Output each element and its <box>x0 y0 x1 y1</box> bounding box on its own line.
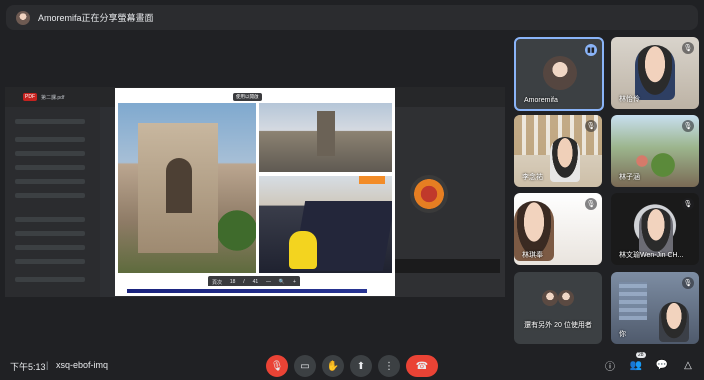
clock: 下午5:13 <box>10 362 46 372</box>
participant-name: Amoremifa <box>524 97 558 104</box>
sidebar-row <box>15 137 85 142</box>
participant-tile[interactable]: 🎙 林怡伶 <box>611 37 699 109</box>
sidebar-row <box>15 277 85 282</box>
more-participants-tile[interactable]: 還有另外 20 位使用者 <box>514 272 602 344</box>
fountain-photo <box>118 103 256 273</box>
globe-image <box>410 175 448 213</box>
covered-fountain-photo <box>259 176 392 273</box>
sidebar-row <box>15 217 85 222</box>
more-participants-label: 還有另外 20 位使用者 <box>524 322 592 329</box>
zoom-out-button[interactable]: — <box>266 279 271 285</box>
mic-off-icon: 🎙 <box>682 42 694 54</box>
present-icon: ⬆ <box>356 360 366 372</box>
meeting-code: xsq-ebof-imq <box>56 360 109 370</box>
participant-tile-amoremifa[interactable]: ▮▮ Amoremifa <box>514 37 604 111</box>
pager-label: 頁次 <box>211 279 222 286</box>
mic-off-icon: 🎙 <box>682 120 694 132</box>
zoom-icon: 🔍 <box>278 279 286 285</box>
sidebar-row <box>15 259 85 264</box>
participant-video <box>635 45 675 100</box>
avatar <box>558 290 574 306</box>
participant-name: 林文瑜Wen-Jin CH... <box>619 252 684 259</box>
meeting-info-button[interactable]: ⓘ <box>603 358 617 373</box>
pdf-doc-title: 第二課.pdf <box>41 94 65 101</box>
hang-up-icon: ☎ <box>415 360 429 372</box>
leave-call-button[interactable]: ☎ <box>406 355 438 377</box>
activities-button[interactable]: △ <box>681 358 695 372</box>
open-with-button[interactable]: 使用以開啟 <box>233 93 262 101</box>
raise-hand-button[interactable]: ✋ <box>322 355 344 377</box>
participant-tile[interactable]: 🎙 林文瑜Wen-Jin CH... <box>611 193 699 265</box>
people-button[interactable]: 👥 <box>629 358 643 372</box>
dark-bar <box>395 259 500 273</box>
participant-name: 李念祐 <box>522 174 543 181</box>
info-icon: ⓘ <box>605 361 615 373</box>
chat-icon: 💬 <box>655 359 669 371</box>
sidebar-row <box>15 119 85 124</box>
participant-tile[interactable]: 🎙 李念祐 <box>514 115 602 187</box>
participant-video <box>639 208 673 256</box>
mic-off-icon: 🎙 <box>682 277 694 289</box>
presenting-title: Amoremifa正在分享螢幕畫面 <box>38 13 154 23</box>
zoom-in-button[interactable]: + <box>293 279 296 285</box>
separator: | <box>46 360 49 370</box>
presenter-avatar <box>16 10 30 25</box>
pager-sep: / <box>243 279 245 285</box>
meeting-controls-bar: 下午5:13 | xsq-ebof-imq 🎙 ▭ ✋ ⬆ ⋮ ☎ ⓘ 👥 💬 … <box>0 352 704 380</box>
pager-page[interactable]: 18 <box>230 279 236 285</box>
mic-off-icon: 🎙 <box>585 198 597 210</box>
pager-total: 41 <box>252 279 259 285</box>
avatar-stack <box>542 290 576 308</box>
pdf-page <box>115 88 395 296</box>
participant-count-badge: 28 <box>636 352 646 358</box>
sidebar-row <box>15 165 85 170</box>
drive-sidebar <box>5 107 100 297</box>
avatar <box>542 290 558 306</box>
mic-off-icon: 🎙 <box>270 360 284 372</box>
participant-name: 林子涵 <box>619 174 640 181</box>
mic-off-icon: 🎙 <box>585 120 597 132</box>
pdf-tag: PDF <box>23 93 37 101</box>
more-options-button[interactable]: ⋮ <box>378 355 400 377</box>
sidebar-row <box>15 151 85 156</box>
pdf-progress-fill <box>127 289 367 293</box>
monument <box>317 111 335 156</box>
fountain-arch <box>166 158 192 213</box>
self-tile[interactable]: 🎙 你 <box>611 272 699 344</box>
sidebar-row <box>15 245 85 250</box>
raise-hand-icon: ✋ <box>326 360 340 372</box>
activities-icon: △ <box>684 359 692 371</box>
child-in-yellow <box>289 231 317 269</box>
mic-off-icon: 🎙 <box>682 198 694 210</box>
participant-tile[interactable]: 🎙 林琪奉 <box>514 193 602 265</box>
avatar <box>543 56 577 90</box>
sidebar-row <box>15 179 85 184</box>
people-icon: 👥 <box>629 359 643 371</box>
presenting-banner: Amoremifa正在分享螢幕畫面 <box>6 5 698 30</box>
plaza-photo <box>259 103 392 172</box>
camera-icon: ▭ <box>300 360 310 372</box>
participant-name: 林琪奉 <box>522 252 543 259</box>
participant-name: 你 <box>619 331 626 338</box>
speaking-icon: ▮▮ <box>585 44 597 56</box>
blurred-background <box>619 282 647 320</box>
pdf-progress-bar <box>115 286 395 294</box>
tree <box>218 203 256 258</box>
sidebar-row <box>15 231 85 236</box>
sidebar-row <box>15 193 85 198</box>
mic-toggle-button[interactable]: 🎙 <box>266 355 288 377</box>
self-video <box>659 302 689 342</box>
participant-video <box>550 137 580 182</box>
orange-badge <box>359 176 385 184</box>
camera-toggle-button[interactable]: ▭ <box>294 355 316 377</box>
present-button[interactable]: ⬆ <box>350 355 372 377</box>
participant-name: 林怡伶 <box>619 96 640 103</box>
chat-button[interactable]: 💬 <box>655 358 669 372</box>
participant-tile[interactable]: 🎙 林子涵 <box>611 115 699 187</box>
more-icon: ⋮ <box>384 360 394 372</box>
